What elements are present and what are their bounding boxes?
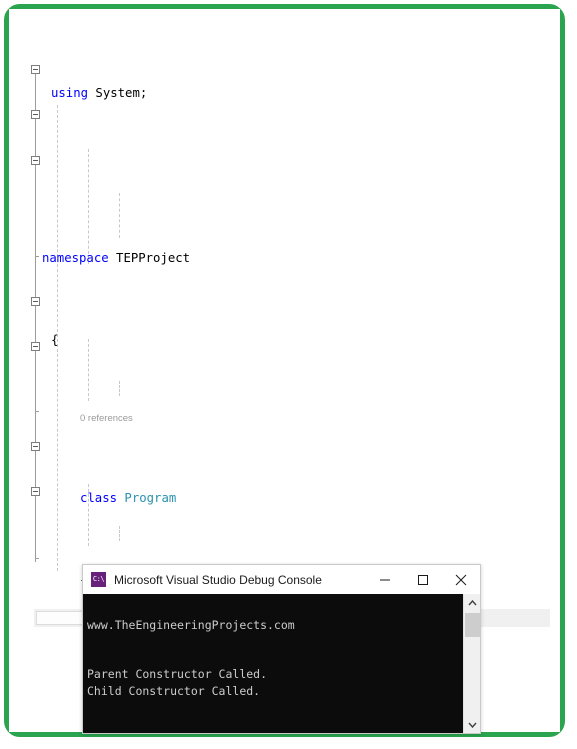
debug-console-window[interactable]: C:\ Microsoft Visual Studio Debug Consol… (82, 564, 481, 734)
console-window-title: Microsoft Visual Studio Debug Console (114, 572, 322, 587)
keyword-using: using (51, 85, 89, 100)
console-app-icon: C:\ (91, 572, 106, 587)
scroll-up-arrow-icon[interactable] (464, 594, 480, 611)
keyword-class: class (80, 491, 118, 506)
brace: { (51, 332, 59, 347)
type-program: Program (117, 491, 177, 506)
namespace-name: TEPProject (108, 250, 191, 265)
maximize-icon[interactable] (404, 566, 442, 594)
code-line-blank-1 (9, 165, 560, 186)
scroll-down-arrow-icon[interactable] (464, 716, 480, 733)
code-line-class-program: class Program (9, 488, 560, 509)
console-titlebar[interactable]: C:\ Microsoft Visual Studio Debug Consol… (83, 565, 480, 595)
console-scrollbar-thumb[interactable] (465, 613, 480, 637)
console-body-wrapper: www.TheEngineeringProjects.com Parent Co… (83, 594, 480, 733)
code-line-using: using System; (9, 83, 560, 104)
console-vertical-scrollbar[interactable] (463, 594, 480, 733)
console-output-text: www.TheEngineeringProjects.com Parent Co… (83, 594, 463, 733)
code-line-namespace-open-brace: { (9, 330, 560, 351)
namespace-system: System; (88, 85, 148, 100)
close-icon[interactable] (442, 566, 480, 594)
code-line-namespace: namespace TEPProject (9, 248, 560, 269)
minimize-icon[interactable] (366, 566, 404, 594)
keyword-namespace: namespace (42, 250, 109, 265)
codelens-class-program[interactable]: 0 references (9, 412, 560, 426)
